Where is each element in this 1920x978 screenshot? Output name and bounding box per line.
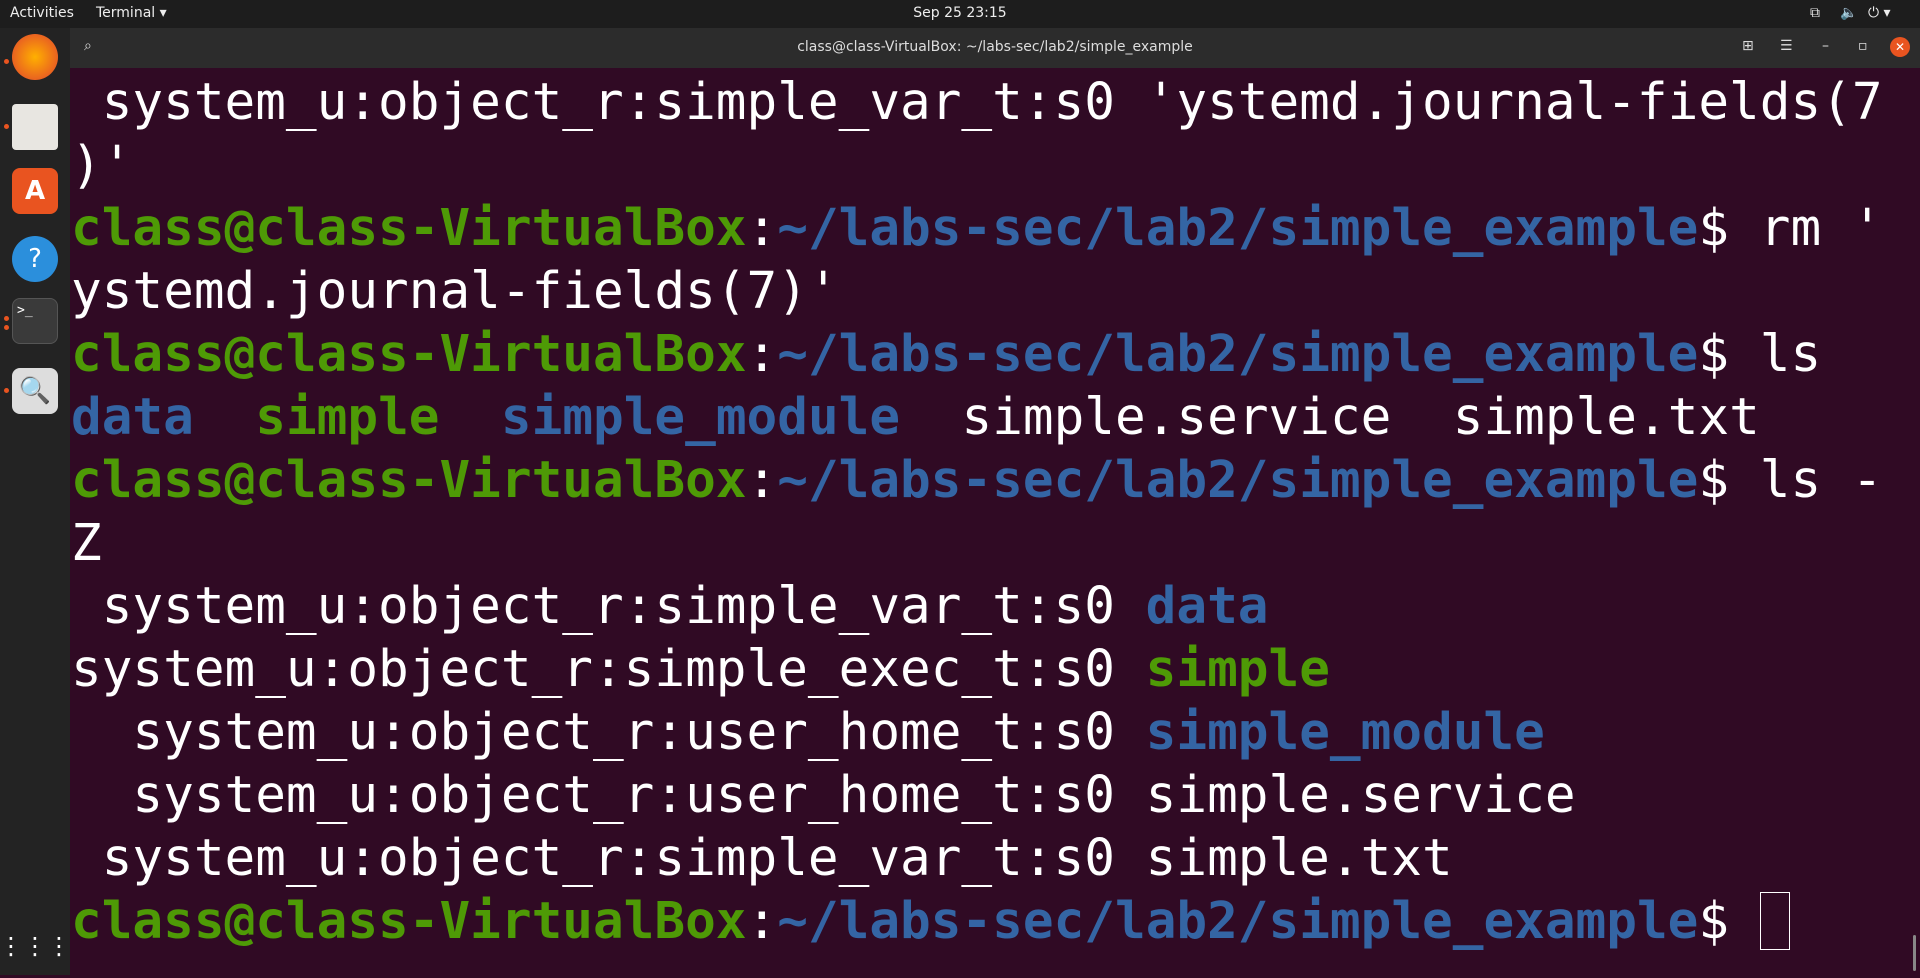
terminal-line: system_u:object_r:simple_var_t:s0 simple… xyxy=(71,827,1901,890)
terminal-text: simple.service simple.txt xyxy=(900,388,1760,447)
terminal-text: Z xyxy=(71,514,102,573)
terminal-text: : xyxy=(747,325,778,384)
terminal-output[interactable]: system_u:object_r:simple_var_t:s0 'ystem… xyxy=(71,68,1901,978)
terminal-line: class@class-VirtualBox:~/labs-sec/lab2/s… xyxy=(71,890,1901,953)
terminal-text: simple_module xyxy=(501,388,900,447)
firefox-icon[interactable] xyxy=(12,34,58,80)
help-icon[interactable]: ? xyxy=(12,236,58,282)
terminal-text: )' xyxy=(71,136,132,195)
close-icon[interactable]: ✕ xyxy=(1890,37,1910,57)
terminal-text xyxy=(439,388,500,447)
terminal-text: $ rm ' xyxy=(1698,199,1882,258)
terminal-text: data xyxy=(1146,577,1269,636)
terminal-text: data xyxy=(71,388,194,447)
terminal-text xyxy=(194,388,255,447)
app-grid-icon[interactable]: ⋮⋮⋮ xyxy=(12,923,58,969)
minimize-icon[interactable]: – xyxy=(1822,38,1829,54)
terminal-text: : xyxy=(747,199,778,258)
terminal-line: system_u:object_r:user_home_t:s0 simple.… xyxy=(71,764,1901,827)
window-titlebar: ⌕ class@class-VirtualBox: ~/labs-sec/lab… xyxy=(70,28,1920,68)
scrollbar[interactable] xyxy=(1913,935,1916,971)
terminal-line: class@class-VirtualBox:~/labs-sec/lab2/s… xyxy=(71,323,1901,386)
terminal-icon[interactable]: >_ xyxy=(12,298,58,344)
clock[interactable]: Sep 25 23:15 xyxy=(0,5,1920,21)
terminal-line: system_u:object_r:user_home_t:s0 simple_… xyxy=(71,701,1901,764)
terminal-line: class@class-VirtualBox:~/labs-sec/lab2/s… xyxy=(71,197,1901,260)
files-icon[interactable] xyxy=(12,104,58,150)
terminal-line: system_u:object_r:simple_var_t:s0 'ystem… xyxy=(71,71,1901,134)
terminal-text: : xyxy=(747,451,778,510)
terminal-text: class@class-VirtualBox xyxy=(71,199,747,258)
maximize-icon[interactable]: ▫ xyxy=(1858,38,1868,54)
terminal-line: system_u:object_r:simple_var_t:s0 data xyxy=(71,575,1901,638)
volume-icon[interactable]: 🔈 xyxy=(1840,5,1857,21)
terminal-text: system_u:object_r:simple_var_t:s0 'ystem… xyxy=(71,73,1883,132)
terminal-line: )' xyxy=(71,134,1901,197)
terminal-text: ystemd.journal-fields(7)' xyxy=(71,262,839,321)
terminal-line: data simple simple_module simple.service… xyxy=(71,386,1901,449)
terminal-text: class@class-VirtualBox xyxy=(71,892,747,951)
terminal-line: class@class-VirtualBox:~/labs-sec/lab2/s… xyxy=(71,449,1901,512)
terminal-line: system_u:object_r:simple_exec_t:s0 simpl… xyxy=(71,638,1901,701)
top-bar: Activities Terminal ▾ Sep 25 23:15 ⧉ 🔈 ⏻… xyxy=(0,0,1920,28)
window-title: class@class-VirtualBox: ~/labs-sec/lab2/… xyxy=(70,39,1920,55)
new-tab-icon[interactable]: ⊞ xyxy=(1742,38,1754,54)
terminal-text: ~/labs-sec/lab2/simple_example xyxy=(777,451,1698,510)
terminal-text: class@class-VirtualBox xyxy=(71,451,747,510)
terminal-text: class@class-VirtualBox xyxy=(71,325,747,384)
terminal-text: $ ls - xyxy=(1698,451,1882,510)
terminal-text: system_u:object_r:user_home_t:s0 simple.… xyxy=(71,766,1576,825)
terminal-text: ~/labs-sec/lab2/simple_example xyxy=(777,199,1698,258)
terminal-text: $ xyxy=(1698,892,1759,951)
screenshot-icon[interactable]: 🔍 xyxy=(12,368,58,414)
terminal-text: system_u:object_r:user_home_t:s0 xyxy=(71,703,1146,762)
terminal-text: : xyxy=(747,892,778,951)
terminal-text: $ ls xyxy=(1698,325,1821,384)
terminal-text: simple xyxy=(255,388,439,447)
terminal-text: system_u:object_r:simple_var_t:s0 simple… xyxy=(71,829,1453,888)
terminal-text: simple_module xyxy=(1146,703,1545,762)
menu-icon[interactable]: ☰ xyxy=(1780,38,1793,54)
power-icon[interactable]: ⏻ ▾ xyxy=(1868,5,1891,21)
text-cursor xyxy=(1760,892,1790,950)
dock: A ? >_ 🔍 ⋮⋮⋮ xyxy=(0,28,70,975)
terminal-line: ystemd.journal-fields(7)' xyxy=(71,260,1901,323)
software-center-icon[interactable]: A xyxy=(12,168,58,214)
terminal-text: ~/labs-sec/lab2/simple_example xyxy=(777,325,1698,384)
terminal-text: system_u:object_r:simple_exec_t:s0 xyxy=(71,640,1146,699)
terminal-text: ~/labs-sec/lab2/simple_example xyxy=(777,892,1698,951)
terminal-text: system_u:object_r:simple_var_t:s0 xyxy=(71,577,1146,636)
terminal-text: simple xyxy=(1146,640,1330,699)
terminal-line: Z xyxy=(71,512,1901,575)
network-icon[interactable]: ⧉ xyxy=(1810,5,1820,21)
